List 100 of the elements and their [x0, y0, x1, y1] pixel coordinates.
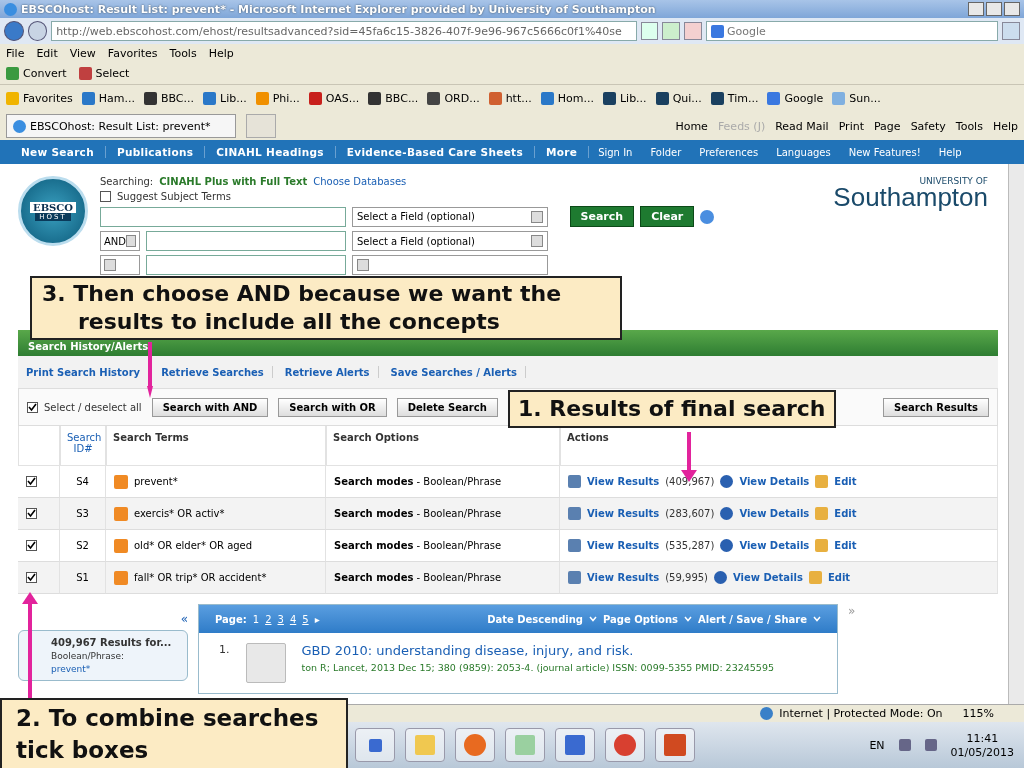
field-select[interactable]: Select a Field (optional): [352, 231, 548, 251]
view-details-link[interactable]: View Details: [739, 508, 810, 519]
browser-tab[interactable]: EBSCOhost: Result List: prevent*: [6, 114, 236, 138]
menu-item[interactable]: Help: [208, 46, 234, 60]
menu-item[interactable]: View: [69, 46, 96, 60]
field-select[interactable]: Select a Field (optional): [352, 206, 548, 227]
stop-button[interactable]: [683, 22, 702, 40]
menu-item[interactable]: Favorites: [107, 46, 158, 60]
sort-menu[interactable]: Page Options: [603, 613, 679, 625]
edit-link[interactable]: Edit: [834, 540, 857, 551]
search-input[interactable]: [146, 231, 346, 251]
menu-item[interactable]: Edit: [36, 46, 58, 60]
next-page-link[interactable]: ▸: [314, 613, 320, 625]
view-details-link[interactable]: View Details: [739, 476, 810, 487]
nav-link[interactable]: Languages: [767, 146, 840, 158]
view-results-link[interactable]: View Results: [587, 572, 660, 583]
nav-link[interactable]: More: [534, 146, 590, 158]
favorite-link[interactable]: Google: [767, 92, 824, 105]
row-checkbox[interactable]: [26, 540, 37, 551]
nav-link[interactable]: Help: [929, 146, 971, 158]
nav-link[interactable]: Sign In: [589, 146, 642, 158]
command-button[interactable]: Help: [992, 119, 1018, 133]
edit-link[interactable]: Edit: [834, 508, 857, 519]
favorite-link[interactable]: Qui...: [655, 92, 702, 105]
new-tab-button[interactable]: [246, 114, 276, 138]
nav-link[interactable]: Preferences: [690, 146, 768, 158]
operator-select[interactable]: AND: [100, 231, 140, 251]
favorite-link[interactable]: Phi...: [255, 92, 300, 105]
select-all-checkbox[interactable]: [27, 401, 38, 413]
nav-link[interactable]: CINAHL Headings: [205, 146, 336, 158]
command-button[interactable]: Home: [675, 119, 708, 133]
search-input[interactable]: [100, 206, 346, 227]
page-link[interactable]: 1: [252, 613, 260, 625]
language-indicator[interactable]: EN: [869, 738, 885, 752]
search-button[interactable]: Clear: [640, 206, 695, 227]
page-link[interactable]: 4: [289, 613, 297, 625]
favorite-link[interactable]: Hom...: [540, 92, 594, 105]
nav-link[interactable]: Evidence-Based Care Sheets: [335, 146, 535, 158]
page-link[interactable]: 3: [277, 613, 284, 625]
address-field[interactable]: http://web.ebscohost.com/ehost/resultsadvanced?sid=45fa6c15-3826-407f-9e96-967c5666c0f1%40se: [51, 21, 637, 41]
row-checkbox[interactable]: [26, 508, 37, 519]
favorite-link[interactable]: htt...: [488, 92, 532, 105]
view-details-link[interactable]: View Details: [739, 540, 810, 551]
search-button[interactable]: Search: [569, 206, 635, 227]
toolbar-button[interactable]: Convert: [6, 66, 67, 80]
row-checkbox[interactable]: [26, 476, 37, 487]
favorite-link[interactable]: Sun...: [832, 92, 881, 105]
command-button[interactable]: Safety: [910, 119, 946, 133]
menu-item[interactable]: File: [6, 46, 25, 60]
choose-databases-link[interactable]: Choose Databases: [313, 176, 407, 187]
search-input[interactable]: [146, 255, 346, 275]
nav-link[interactable]: Publications: [105, 146, 206, 158]
query-link[interactable]: prevent*: [51, 664, 181, 674]
favorite-link[interactable]: Ham...: [81, 92, 135, 105]
favorite-link[interactable]: Favorites: [6, 92, 73, 105]
suggest-checkbox[interactable]: [100, 191, 111, 202]
favorite-link[interactable]: OAS...: [308, 92, 360, 105]
history-button[interactable]: Search with OR: [278, 397, 387, 417]
history-link[interactable]: Retrieve Alerts: [284, 366, 370, 378]
close-button[interactable]: [1004, 2, 1020, 16]
history-button[interactable]: Delete Search: [396, 397, 498, 417]
operator-select[interactable]: [100, 255, 140, 275]
minimize-button[interactable]: [968, 2, 984, 16]
row-checkbox[interactable]: [26, 572, 37, 583]
back-button[interactable]: [4, 21, 24, 41]
scrollbar[interactable]: [1008, 164, 1024, 704]
history-link[interactable]: Retrieve Searches: [161, 366, 264, 378]
nav-link[interactable]: Folder: [641, 146, 691, 158]
page-link[interactable]: 5: [302, 613, 309, 625]
nav-link[interactable]: New Search: [10, 146, 106, 158]
command-button[interactable]: Tools: [955, 119, 983, 133]
nav-link[interactable]: New Features!: [839, 146, 930, 158]
edit-link[interactable]: Edit: [834, 476, 857, 487]
view-results-link[interactable]: View Results: [587, 476, 660, 487]
result-title-link[interactable]: GBD 2010: understanding disease, injury, and risk.: [301, 643, 774, 658]
view-results-link[interactable]: View Results: [587, 508, 660, 519]
search-field[interactable]: Google: [705, 21, 999, 41]
view-results-link[interactable]: View Results: [587, 540, 660, 551]
favorite-link[interactable]: ORD...: [427, 92, 480, 105]
command-button[interactable]: Read Mail: [775, 119, 829, 133]
edit-link[interactable]: Edit: [827, 572, 851, 583]
search-button[interactable]: [1002, 22, 1020, 40]
favorite-link[interactable]: Lib...: [203, 92, 247, 105]
command-button[interactable]: Print: [838, 119, 864, 133]
help-icon[interactable]: [700, 209, 715, 224]
favorite-link[interactable]: BBC...: [368, 92, 419, 105]
field-select[interactable]: [352, 255, 548, 275]
maximize-button[interactable]: [986, 2, 1002, 16]
command-button[interactable]: Page: [874, 119, 901, 133]
history-link[interactable]: Print Search History: [26, 366, 141, 378]
refresh-button[interactable]: [662, 22, 680, 40]
collapse-toggle[interactable]: «: [180, 612, 188, 626]
sort-menu[interactable]: Date Descending: [487, 613, 583, 625]
zoom-level[interactable]: 115%: [962, 707, 994, 720]
history-button[interactable]: Search Results: [883, 397, 989, 417]
forward-button[interactable]: [27, 21, 48, 41]
compat-button[interactable]: [640, 22, 659, 40]
sort-menu[interactable]: Alert / Save / Share: [698, 613, 807, 625]
toolbar-button[interactable]: Select: [78, 66, 130, 80]
favorite-link[interactable]: Lib...: [602, 92, 647, 105]
